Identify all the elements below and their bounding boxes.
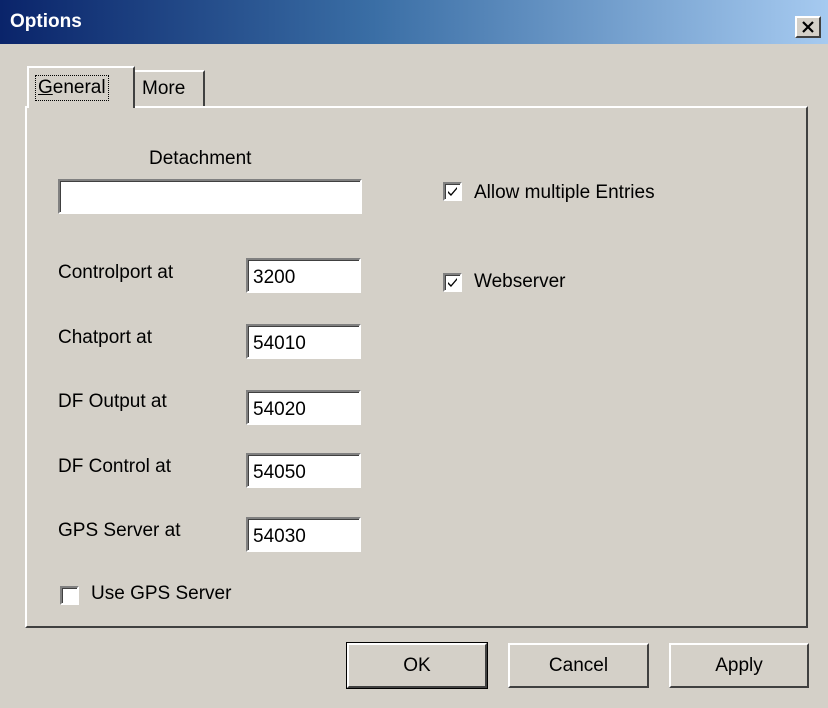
- tab-general-label: General: [35, 75, 109, 101]
- tab-panel-join: [29, 104, 133, 110]
- title-bar[interactable]: Options: [0, 0, 828, 44]
- cancel-button[interactable]: Cancel: [508, 643, 649, 688]
- close-button[interactable]: [795, 16, 821, 38]
- tab-more[interactable]: More: [133, 70, 205, 106]
- ok-button[interactable]: OK: [346, 642, 488, 689]
- window-title: Options: [10, 11, 82, 32]
- close-icon: [802, 20, 814, 33]
- tab-general[interactable]: General: [27, 66, 135, 108]
- apply-button[interactable]: Apply: [669, 643, 809, 688]
- options-dialog: Options General More Detachment Allow mu…: [0, 0, 828, 708]
- tab-more-label: More: [142, 78, 186, 99]
- tab-panel-general: [25, 106, 808, 628]
